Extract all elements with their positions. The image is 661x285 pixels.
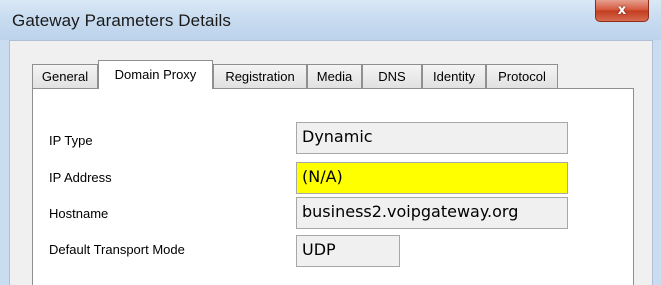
window-frame-right — [652, 40, 661, 285]
tab-media[interactable]: Media — [307, 64, 362, 88]
tab-identity[interactable]: Identity — [422, 64, 486, 88]
tab-domain-proxy[interactable]: Domain Proxy — [98, 60, 213, 89]
hostname-field: business2.voipgateway.org — [296, 197, 568, 229]
tab-registration[interactable]: Registration — [213, 64, 307, 88]
ip-address-label: IP Address — [49, 170, 112, 185]
ip-type-label: IP Type — [49, 133, 93, 148]
close-button[interactable]: x — [595, 0, 649, 22]
ip-address-field: (N/A) — [296, 162, 568, 194]
ip-type-field: Dynamic — [296, 122, 568, 154]
title-bar[interactable]: Gateway Parameters Details x — [0, 0, 661, 41]
tab-protocol[interactable]: Protocol — [486, 64, 558, 88]
transport-mode-label: Default Transport Mode — [49, 242, 185, 257]
transport-mode-field: UDP — [296, 235, 400, 267]
tab-general[interactable]: General — [32, 64, 98, 88]
close-icon: x — [617, 3, 627, 18]
window-frame-left — [0, 40, 10, 285]
dialog-window: Gateway Parameters Details x General Dom… — [0, 0, 661, 285]
window-title: Gateway Parameters Details — [12, 11, 231, 30]
tab-dns[interactable]: DNS — [362, 64, 422, 88]
hostname-label: Hostname — [49, 206, 109, 221]
